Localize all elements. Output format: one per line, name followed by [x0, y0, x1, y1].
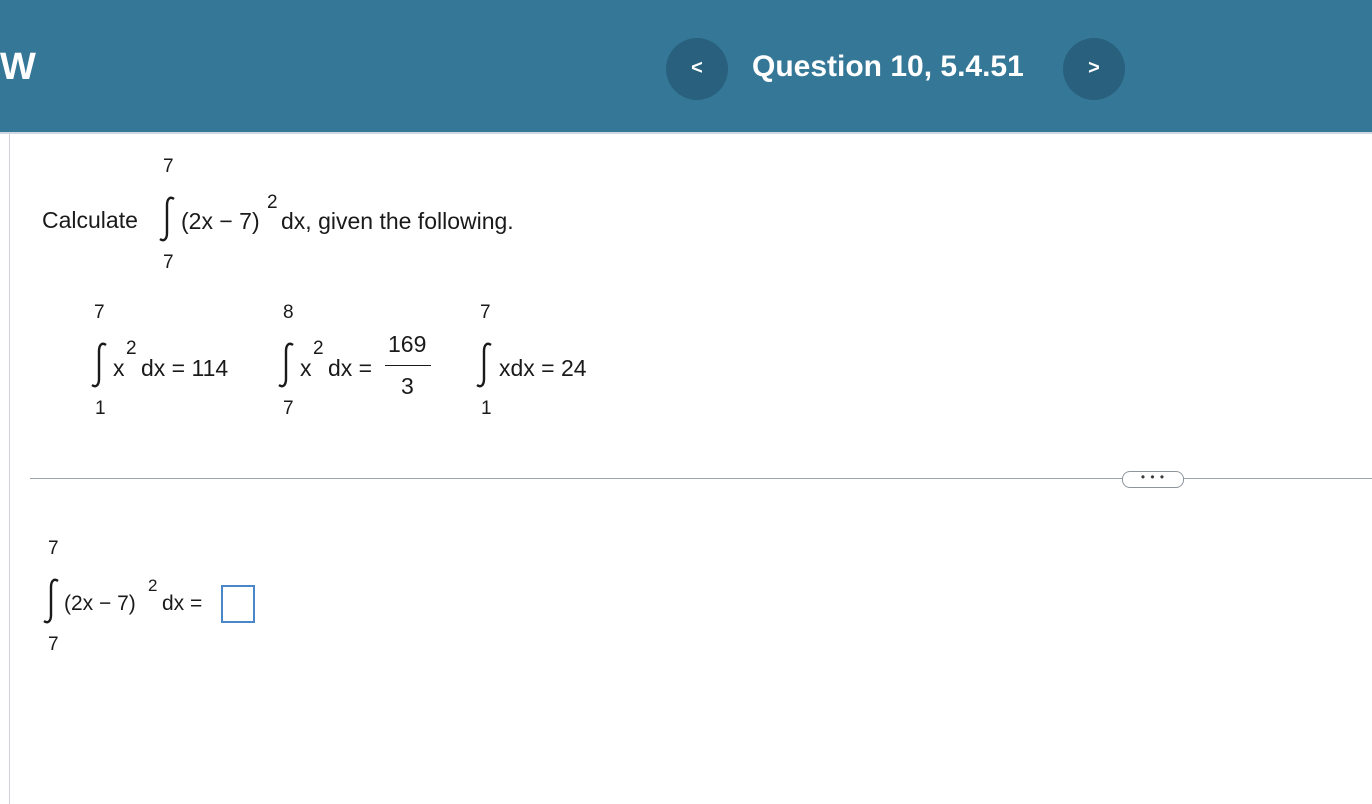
integral-sign-icon	[43, 578, 59, 624]
upper-limit: 7	[48, 538, 59, 559]
exponent: 2	[313, 338, 324, 359]
upper-limit: 8	[283, 302, 294, 323]
upper-limit: 7	[94, 302, 105, 323]
top-bar: W < Question 10, 5.4.51 >	[0, 0, 1372, 134]
problem-tail: dx, given the following.	[281, 208, 514, 234]
logo: W	[0, 46, 36, 88]
left-border	[9, 134, 10, 804]
integral-equals: dx =	[162, 592, 203, 615]
integrand: (2x − 7)	[181, 208, 260, 234]
integral-equals: dx =	[328, 355, 373, 381]
integral-sign-icon	[91, 342, 107, 388]
next-question-button[interactable]: >	[1063, 38, 1125, 100]
lower-limit: 7	[163, 252, 174, 273]
more-options-button[interactable]: • • •	[1122, 471, 1184, 488]
lower-limit: 1	[95, 398, 106, 419]
problem-lead: Calculate	[42, 207, 138, 233]
fraction-bar	[385, 365, 431, 366]
exponent: 2	[148, 576, 158, 595]
chevron-right-icon: >	[1088, 57, 1100, 79]
answer-input[interactable]	[221, 585, 255, 623]
fraction-denominator: 3	[401, 373, 414, 399]
lower-limit: 7	[48, 634, 59, 655]
integrand: (2x − 7)	[64, 592, 136, 615]
question-title: Question 10, 5.4.51	[752, 50, 1024, 83]
previous-question-button[interactable]: <	[666, 38, 728, 100]
integral-sign-icon	[476, 342, 492, 388]
exponent: 2	[126, 338, 137, 359]
integral-sign-icon	[159, 196, 175, 242]
fraction-numerator: 169	[388, 331, 427, 357]
integral-value: dx = 114	[141, 355, 229, 381]
integral-sign-icon	[278, 342, 294, 388]
integrand-base: x	[300, 355, 312, 381]
lower-limit: 1	[481, 398, 492, 419]
integrand-base: x	[113, 355, 125, 381]
upper-limit: 7	[163, 156, 174, 177]
lower-limit: 7	[283, 398, 294, 419]
chevron-left-icon: <	[691, 57, 703, 79]
upper-limit: 7	[480, 302, 491, 323]
exponent: 2	[267, 192, 278, 213]
integral-value: xdx = 24	[499, 355, 587, 381]
